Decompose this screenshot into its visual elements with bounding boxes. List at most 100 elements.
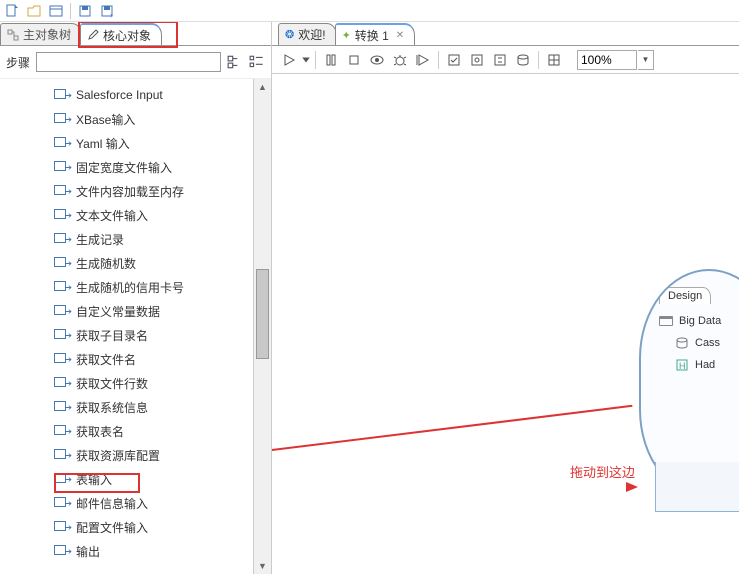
tree-item[interactable]: ➔ 配置文件输入 <box>54 515 269 539</box>
show-results-button[interactable] <box>543 49 565 71</box>
pencil-icon <box>87 29 99 41</box>
tree-item[interactable]: ➔ Yaml 输入 <box>54 131 269 155</box>
sql-button[interactable] <box>489 49 511 71</box>
step-icon: ➔ <box>54 351 70 367</box>
tree-item[interactable]: ➔获取表名 <box>54 419 269 443</box>
list-view-icon[interactable] <box>249 54 265 70</box>
palette-item-bigdata[interactable]: Big Data <box>659 310 739 332</box>
tab-core-object[interactable]: 核心对象 <box>80 23 162 45</box>
tree-item[interactable]: ➔生成记录 <box>54 227 269 251</box>
tree-item[interactable]: ➔固定宽度文件输入 <box>54 155 269 179</box>
h-icon: H <box>675 358 689 372</box>
zoom-dropdown-icon[interactable]: ▼ <box>638 50 654 70</box>
tree-item[interactable]: ➔输出 <box>54 539 269 563</box>
toolbar-separator <box>70 3 71 19</box>
tree-item-label: 生成随机的信用卡号 <box>76 279 184 296</box>
tree-item-label: 获取文件名 <box>76 351 136 368</box>
tree-item[interactable]: ➔获取资源库配置 <box>54 443 269 467</box>
tree-item[interactable]: ➔自定义常量数据 <box>54 299 269 323</box>
step-icon: ➔ <box>54 87 70 103</box>
step-icon: ➔ <box>54 135 70 151</box>
palette-item-label: Big Data <box>679 315 721 327</box>
tree-item-label: 文件内容加载至内存 <box>76 183 184 200</box>
tree-item[interactable]: ➔生成随机数 <box>54 251 269 275</box>
tab-label: 核心对象 <box>103 27 151 44</box>
step-icon: ➔ <box>54 207 70 223</box>
debug-button[interactable] <box>389 49 411 71</box>
new-file-icon[interactable] <box>4 3 20 19</box>
tree-item[interactable]: ➔ 邮件信息输入 <box>54 491 269 515</box>
save-as-icon[interactable]: + <box>99 3 115 19</box>
step-icon: ➔ <box>54 255 70 271</box>
open-file-icon[interactable] <box>26 3 42 19</box>
step-icon: ➔ <box>54 399 70 415</box>
step-tree: ➔Salesforce Input➔XBase输入➔Yaml 输入➔固定宽度文件… <box>0 79 271 574</box>
transform-icon: ✦ <box>342 29 351 42</box>
step-icon: ➔ <box>54 519 70 535</box>
step-icon: ➔ <box>54 495 70 511</box>
left-panel: 主对象树 核心对象 步骤 ➔Salesforce Input➔XBase输入➔Y… <box>0 22 272 574</box>
scroll-thumb[interactable] <box>256 269 269 359</box>
step-icon: ➔ <box>54 231 70 247</box>
canvas[interactable]: Design Big Data Cass H Had <box>272 74 739 574</box>
tree-item-label: 邮件信息输入 <box>76 495 148 512</box>
tree-item[interactable]: ➔ 获取文件名 <box>54 347 269 371</box>
tree-item[interactable]: ➔XBase输入 <box>54 107 269 131</box>
verify-button[interactable] <box>443 49 465 71</box>
tree-item-label: 获取系统信息 <box>76 399 148 416</box>
palette-tab-design[interactable]: Design <box>659 287 711 304</box>
explore-icon[interactable] <box>48 3 64 19</box>
tree-item-label: 配置文件输入 <box>76 519 148 536</box>
svg-text:+: + <box>109 13 113 19</box>
step-icon: ➔ <box>54 111 70 127</box>
step-icon: ➔ <box>54 423 70 439</box>
step-icon: ➔ <box>54 375 70 391</box>
search-input[interactable] <box>36 52 221 72</box>
toolbar-separator <box>538 51 539 69</box>
tree-item[interactable]: ➔表输入 <box>54 467 269 491</box>
tree-item[interactable]: ➔ 生成随机的信用卡号 <box>54 275 269 299</box>
right-panel: ❂ 欢迎! ✦ 转换 1 ✕ <box>272 22 739 574</box>
scroll-down-icon[interactable]: ▼ <box>254 558 271 574</box>
tree-item[interactable]: ➔获取文件行数 <box>54 371 269 395</box>
step-icon: ➔ <box>54 279 70 295</box>
tree-view-icon[interactable] <box>227 54 243 70</box>
zoom-input[interactable] <box>577 50 637 70</box>
impact-button[interactable] <box>466 49 488 71</box>
annotation-arrow-head <box>626 482 638 492</box>
replay-button[interactable] <box>412 49 434 71</box>
tab-main-object-tree[interactable]: 主对象树 <box>0 23 82 45</box>
preview-button[interactable] <box>366 49 388 71</box>
annotation-text: 拖动到这边 <box>570 462 635 481</box>
tab-transformation-1[interactable]: ✦ 转换 1 ✕ <box>335 23 416 45</box>
tree-icon <box>7 29 19 41</box>
run-dropdown-icon[interactable] <box>301 49 311 71</box>
palette-item-cassandra[interactable]: Cass <box>659 332 739 354</box>
scrollbar-vertical[interactable]: ▲ ▼ <box>253 79 271 574</box>
tab-label: 主对象树 <box>23 26 71 43</box>
save-icon[interactable] <box>77 3 93 19</box>
pause-button[interactable] <box>320 49 342 71</box>
folder-icon <box>659 314 673 328</box>
stop-button[interactable] <box>343 49 365 71</box>
palette-item-hadoop[interactable]: H Had <box>659 354 739 376</box>
tree-item-label: Yaml 输入 <box>76 135 130 152</box>
tree-item[interactable]: ➔ 文本文件输入 <box>54 203 269 227</box>
tab-welcome[interactable]: ❂ 欢迎! <box>278 23 337 45</box>
tree-item[interactable]: ➔获取子目录名 <box>54 323 269 347</box>
app-toolbar: + <box>0 0 739 22</box>
svg-text:H: H <box>679 361 686 371</box>
step-icon: ➔ <box>54 303 70 319</box>
tree-item[interactable]: ➔ 获取系统信息 <box>54 395 269 419</box>
close-icon[interactable]: ✕ <box>396 30 404 41</box>
tree-item[interactable]: ➔文件内容加载至内存 <box>54 179 269 203</box>
scroll-up-icon[interactable]: ▲ <box>254 79 271 95</box>
tree-item-label: 文本文件输入 <box>76 207 148 224</box>
main-area: 主对象树 核心对象 步骤 ➔Salesforce Input➔XBase输入➔Y… <box>0 22 739 574</box>
palette-tab-label: Design <box>668 290 702 302</box>
database-explorer-button[interactable] <box>512 49 534 71</box>
run-button[interactable] <box>278 49 300 71</box>
tree-item[interactable]: ➔Salesforce Input <box>54 83 269 107</box>
palette-item-label: Had <box>695 359 715 371</box>
canvas-toolbar: ▼ <box>272 46 739 74</box>
